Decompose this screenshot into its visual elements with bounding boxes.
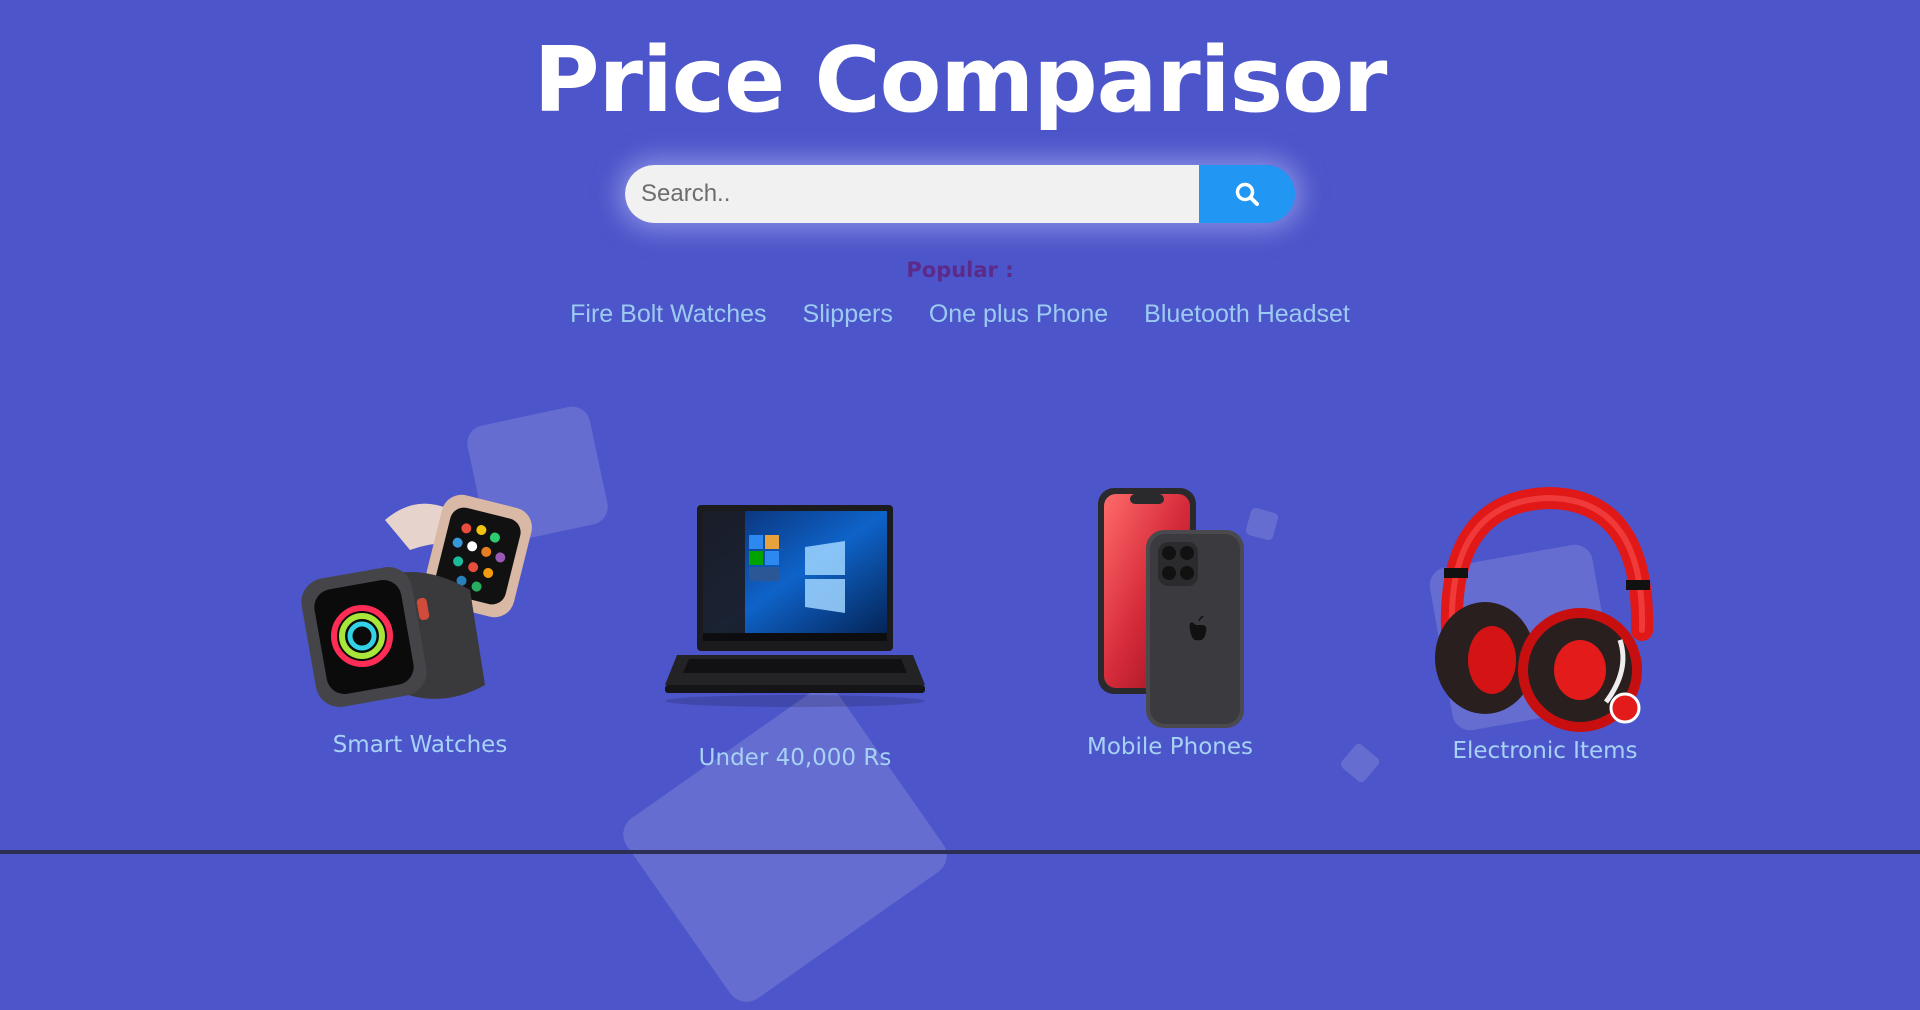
- popular-link-bluetooth-headset[interactable]: Bluetooth Headset: [1144, 300, 1350, 329]
- category-label[interactable]: Mobile Phones: [1070, 734, 1270, 760]
- search-bar: [625, 165, 1295, 223]
- popular-link-slippers[interactable]: Slippers: [803, 300, 893, 329]
- category-electronic-items[interactable]: Electronic Items: [1430, 480, 1660, 764]
- page-title: Price Comparisor: [533, 28, 1388, 133]
- popular-link-fire-bolt-watches[interactable]: Fire Bolt Watches: [570, 300, 766, 329]
- popular-link-one-plus-phone[interactable]: One plus Phone: [929, 300, 1108, 329]
- search-input[interactable]: [625, 165, 1199, 223]
- mobile-phone-image: [1070, 482, 1270, 732]
- laptop-image: [655, 495, 935, 715]
- bottom-border: [0, 850, 1920, 854]
- category-label[interactable]: Under 40,000 Rs: [655, 745, 935, 771]
- category-label[interactable]: Electronic Items: [1430, 738, 1660, 764]
- smartwatch-image: [300, 480, 540, 720]
- headphones-image: [1430, 480, 1660, 740]
- category-label[interactable]: Smart Watches: [300, 732, 540, 758]
- search-icon: [1235, 182, 1259, 206]
- search-button[interactable]: [1199, 165, 1295, 223]
- category-smart-watches[interactable]: Smart Watches: [300, 480, 540, 758]
- popular-label: Popular :: [906, 258, 1014, 282]
- popular-links: Fire Bolt Watches Slippers One plus Phon…: [0, 300, 1920, 329]
- decorative-shape: [1338, 741, 1382, 785]
- category-mobile-phones[interactable]: Mobile Phones: [1070, 482, 1270, 760]
- category-laptops[interactable]: Under 40,000 Rs: [655, 495, 935, 771]
